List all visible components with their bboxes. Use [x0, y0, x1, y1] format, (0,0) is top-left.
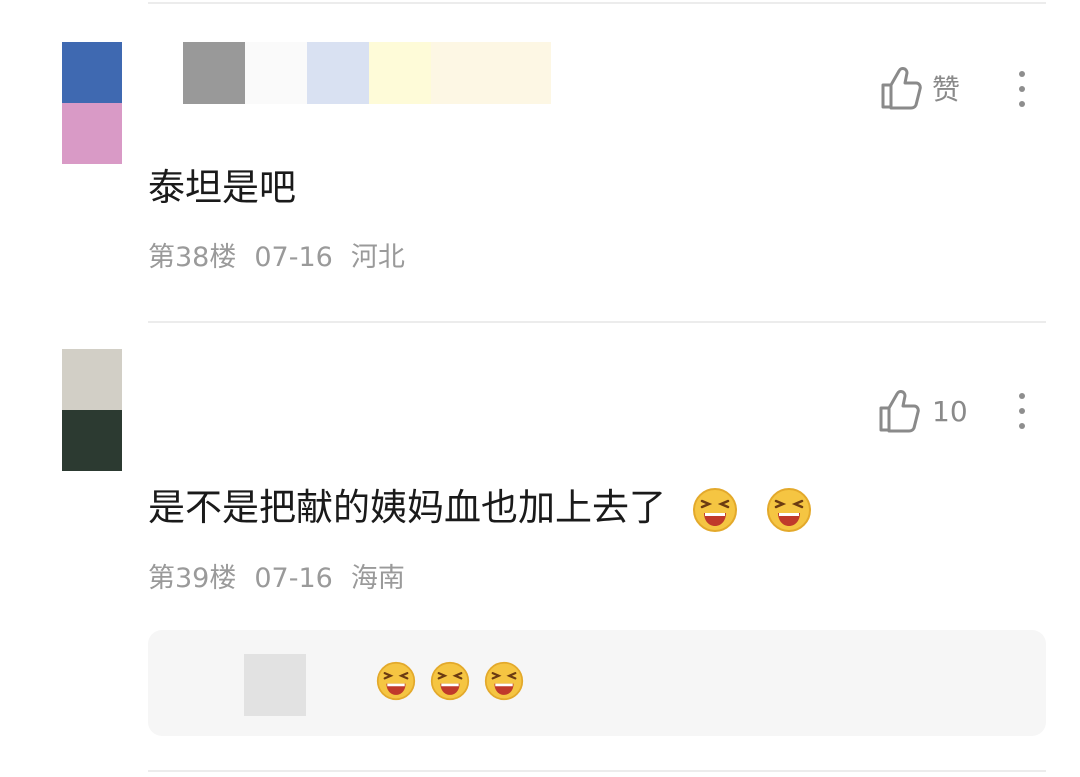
reply-preview[interactable]: [148, 630, 1046, 736]
floor-number: 第39楼: [148, 563, 237, 594]
thumbs-up-icon: [881, 67, 922, 110]
laughing-emoji: [430, 661, 470, 701]
laughing-emoji: [376, 661, 416, 701]
laughing-emoji: [484, 661, 524, 701]
avatar[interactable]: [62, 349, 122, 471]
like-button[interactable]: 赞: [880, 66, 960, 110]
comment-location: 海南: [350, 563, 405, 594]
thumbs-up-icon: [879, 390, 920, 433]
comment-meta: 第39楼 07-16 海南: [148, 562, 423, 596]
comment-text-body: 是不是把献的姨妈血也加上去了: [148, 486, 666, 529]
laughing-emoji: [766, 487, 811, 532]
dot: [1019, 423, 1025, 429]
comment-text: 是不是把献的姨妈血也加上去了: [148, 486, 812, 533]
more-options-button[interactable]: [1017, 393, 1027, 429]
top-divider: [148, 2, 1046, 4]
comment-location: 河北: [350, 242, 405, 273]
like-count: 10: [932, 394, 968, 428]
avatar[interactable]: [62, 42, 122, 164]
comment-meta: 第38楼 07-16 河北: [148, 241, 423, 275]
comment-date: 07-16: [254, 563, 333, 594]
reply-username-mosaic: [244, 654, 306, 716]
comment-date: 07-16: [254, 242, 333, 273]
dot: [1019, 86, 1025, 92]
reply-emojis: [376, 661, 524, 701]
comment-text: 泰坦是吧: [148, 166, 296, 209]
dot: [1019, 393, 1025, 399]
floor-number: 第38楼: [148, 242, 237, 273]
comment-divider: [148, 321, 1046, 323]
dot: [1019, 101, 1025, 107]
dot: [1019, 408, 1025, 414]
like-button[interactable]: 10: [878, 389, 968, 433]
like-label: 赞: [932, 73, 961, 106]
dot: [1019, 71, 1025, 77]
more-options-button[interactable]: [1017, 71, 1027, 107]
bottom-divider: [148, 770, 1046, 772]
laughing-emoji: [692, 487, 737, 532]
